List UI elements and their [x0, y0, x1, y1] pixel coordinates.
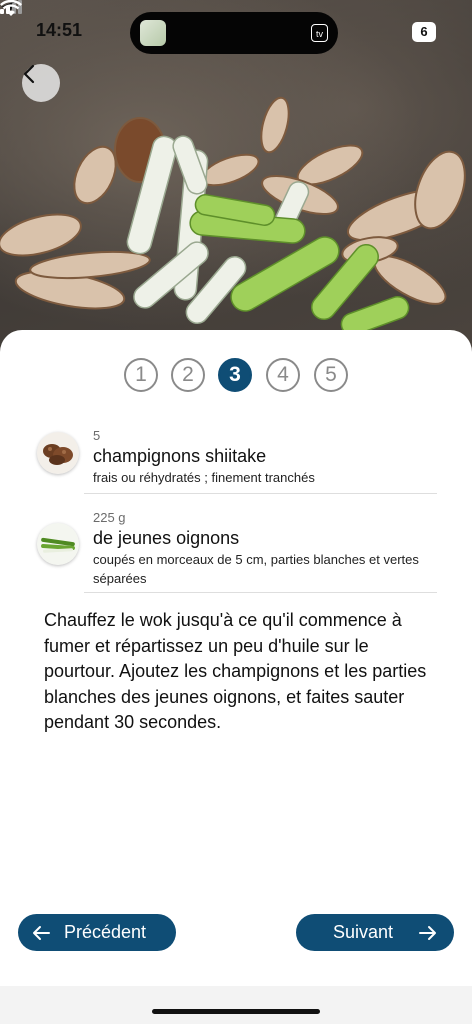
battery-indicator: 6: [412, 22, 436, 42]
dynamic-island[interactable]: tv: [130, 12, 338, 54]
divider: [84, 493, 437, 494]
shiitake-mushroom-icon: [37, 432, 79, 474]
now-playing-thumbnail: [140, 20, 166, 46]
step-instructions: Chauffez le wok jusqu'à ce qu'il commenc…: [44, 610, 427, 732]
divider: [84, 592, 437, 593]
previous-label: Précédent: [64, 922, 147, 942]
scallion-icon: [37, 523, 79, 565]
ingredient-quantity: 225 g: [93, 510, 126, 525]
ingredient-quantity: 5: [93, 428, 101, 443]
step-2-button[interactable]: 2: [171, 358, 205, 392]
next-label: Suivant: [333, 922, 394, 942]
wifi-icon: [0, 0, 22, 16]
status-time: 14:51: [36, 20, 83, 40]
next-button[interactable]: Suivant: [296, 914, 454, 951]
step-detail-sheet: 1 2 3 4 5 5 champignons shiitake frais o…: [0, 330, 472, 986]
arrow-left-icon: [33, 925, 50, 940]
home-indicator[interactable]: [152, 1009, 320, 1014]
ingredient-note: frais ou réhydratés ; finement tranchés: [93, 470, 315, 485]
step-indicator: 1 2 3 4 5: [124, 358, 354, 392]
arrow-right-icon: [419, 925, 437, 940]
ingredient-name: champignons shiitake: [93, 446, 267, 466]
previous-button[interactable]: Précédent: [18, 914, 176, 951]
back-button[interactable]: [22, 64, 60, 102]
ingredient-name: de jeunes oignons: [93, 528, 240, 548]
chevron-left-icon: [23, 64, 35, 84]
step-3-button[interactable]: 3: [218, 358, 252, 392]
recipe-step-photo: 14:51 tv 6: [0, 0, 472, 360]
ingredient-note: coupés en morceaux de 5 cm, parties blan…: [93, 552, 419, 586]
home-bar-area: [0, 986, 472, 1024]
step-5-button[interactable]: 5: [314, 358, 348, 392]
step-1-button[interactable]: 1: [124, 358, 158, 392]
status-bar: 14:51 tv 6: [0, 0, 472, 64]
step-4-button[interactable]: 4: [266, 358, 300, 392]
apple-tv-badge: tv: [310, 24, 328, 42]
